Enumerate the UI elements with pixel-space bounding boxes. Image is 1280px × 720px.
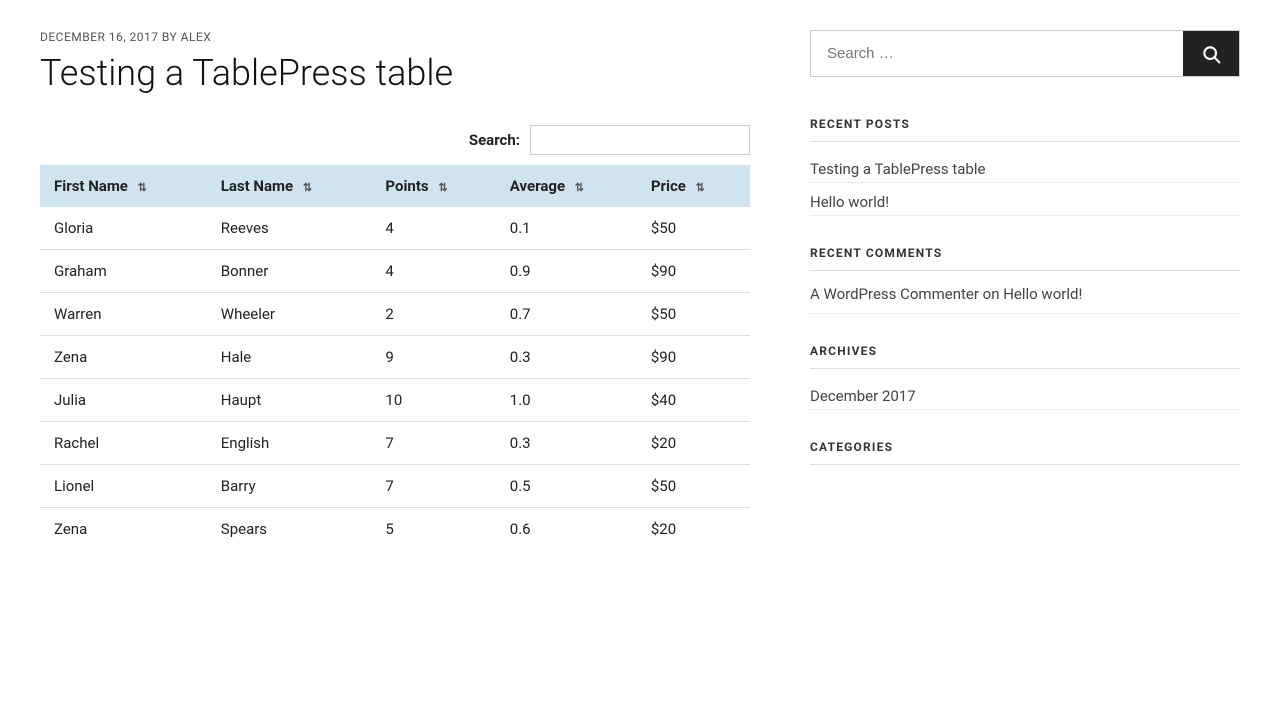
cell-points-1: 4: [371, 250, 495, 293]
cell-first_name-7: Zena: [40, 508, 207, 551]
sort-arrows-average: ⇅: [575, 181, 584, 194]
col-label-points: Points: [385, 177, 428, 195]
table-row: WarrenWheeler20.7$50: [40, 293, 750, 336]
post-meta: December 16, 2017 by Alex: [40, 30, 750, 44]
col-label-last-name: Last Name: [221, 177, 293, 195]
cell-first_name-6: Lionel: [40, 465, 207, 508]
col-header-average[interactable]: Average ⇅: [496, 165, 637, 207]
comment-post-link[interactable]: Hello world!: [1003, 285, 1082, 303]
cell-points-6: 7: [371, 465, 495, 508]
sort-arrows-points: ⇅: [438, 181, 447, 194]
sort-arrows-last-name: ⇅: [303, 181, 312, 194]
post-title: Testing a TablePress table: [40, 52, 750, 95]
cell-average-7: 0.6: [496, 508, 637, 551]
categories-divider: [810, 464, 1240, 465]
cell-last_name-6: Barry: [207, 465, 372, 508]
recent-comments-section: Recent Comments A WordPress Commenter on…: [810, 246, 1240, 314]
table-row: GloriaReeves40.1$50: [40, 207, 750, 250]
table-row: GrahamBonner40.9$90: [40, 250, 750, 293]
archives-title: Archives: [810, 344, 1240, 358]
table-search-row: Search:: [40, 125, 750, 155]
cell-price-1: $90: [637, 250, 750, 293]
cell-average-4: 1.0: [496, 379, 637, 422]
archives-section: Archives December 2017: [810, 344, 1240, 410]
table-row: ZenaHale90.3$90: [40, 336, 750, 379]
categories-title: Categories: [810, 440, 1240, 454]
main-content: December 16, 2017 by Alex Testing a Tabl…: [40, 30, 750, 550]
categories-section: Categories: [810, 440, 1240, 465]
search-icon: [1201, 44, 1221, 64]
cell-points-5: 7: [371, 422, 495, 465]
recent-post-link-0[interactable]: Testing a TablePress table: [810, 156, 1240, 183]
table-row: JuliaHaupt101.0$40: [40, 379, 750, 422]
archive-link-0[interactable]: December 2017: [810, 383, 1240, 410]
cell-average-2: 0.7: [496, 293, 637, 336]
cell-average-5: 0.3: [496, 422, 637, 465]
recent-posts-title: Recent Posts: [810, 117, 1240, 131]
cell-average-6: 0.5: [496, 465, 637, 508]
cell-points-7: 5: [371, 508, 495, 551]
cell-last_name-7: Spears: [207, 508, 372, 551]
cell-first_name-2: Warren: [40, 293, 207, 336]
sidebar-search-widget: [810, 30, 1240, 77]
cell-first_name-5: Rachel: [40, 422, 207, 465]
cell-last_name-2: Wheeler: [207, 293, 372, 336]
cell-price-7: $20: [637, 508, 750, 551]
recent-comments-divider: [810, 270, 1240, 271]
sort-arrows-price: ⇅: [696, 181, 705, 194]
cell-average-1: 0.9: [496, 250, 637, 293]
cell-average-0: 0.1: [496, 207, 637, 250]
cell-first_name-0: Gloria: [40, 207, 207, 250]
archives-divider: [810, 368, 1240, 369]
cell-last_name-4: Haupt: [207, 379, 372, 422]
sidebar-search-input[interactable]: [811, 31, 1183, 76]
sidebar-search-button[interactable]: [1183, 31, 1239, 76]
cell-last_name-0: Reeves: [207, 207, 372, 250]
table-row: RachelEnglish70.3$20: [40, 422, 750, 465]
cell-price-5: $20: [637, 422, 750, 465]
cell-price-3: $90: [637, 336, 750, 379]
recent-comments-title: Recent Comments: [810, 246, 1240, 260]
cell-average-3: 0.3: [496, 336, 637, 379]
table-search-label: Search:: [469, 131, 520, 149]
cell-last_name-5: English: [207, 422, 372, 465]
recent-posts-section: Recent Posts Testing a TablePress table …: [810, 117, 1240, 216]
sidebar: Recent Posts Testing a TablePress table …: [810, 30, 1240, 550]
cell-price-0: $50: [637, 207, 750, 250]
col-header-first-name[interactable]: First Name ⇅: [40, 165, 207, 207]
table-row: ZenaSpears50.6$20: [40, 508, 750, 551]
table-search-input[interactable]: [530, 125, 750, 155]
col-header-last-name[interactable]: Last Name ⇅: [207, 165, 372, 207]
col-label-price: Price: [651, 177, 686, 195]
cell-last_name-1: Bonner: [207, 250, 372, 293]
col-header-points[interactable]: Points ⇅: [371, 165, 495, 207]
col-label-average: Average: [510, 177, 565, 195]
cell-price-6: $50: [637, 465, 750, 508]
sort-arrows-first-name: ⇅: [138, 181, 147, 194]
recent-posts-divider: [810, 141, 1240, 142]
data-table: First Name ⇅ Last Name ⇅ Points ⇅ Averag…: [40, 165, 750, 550]
recent-post-link-1[interactable]: Hello world!: [810, 189, 1240, 216]
recent-comment-0: A WordPress Commenter on Hello world!: [810, 285, 1240, 314]
col-header-price[interactable]: Price ⇅: [637, 165, 750, 207]
table-row: LionelBarry70.5$50: [40, 465, 750, 508]
cell-last_name-3: Hale: [207, 336, 372, 379]
cell-first_name-3: Zena: [40, 336, 207, 379]
cell-price-4: $40: [637, 379, 750, 422]
cell-price-2: $50: [637, 293, 750, 336]
comment-author-link[interactable]: A WordPress Commenter: [810, 285, 979, 303]
cell-first_name-1: Graham: [40, 250, 207, 293]
cell-points-0: 4: [371, 207, 495, 250]
table-header-row: First Name ⇅ Last Name ⇅ Points ⇅ Averag…: [40, 165, 750, 207]
cell-points-3: 9: [371, 336, 495, 379]
cell-points-4: 10: [371, 379, 495, 422]
cell-first_name-4: Julia: [40, 379, 207, 422]
col-label-first-name: First Name: [54, 177, 128, 195]
cell-points-2: 2: [371, 293, 495, 336]
